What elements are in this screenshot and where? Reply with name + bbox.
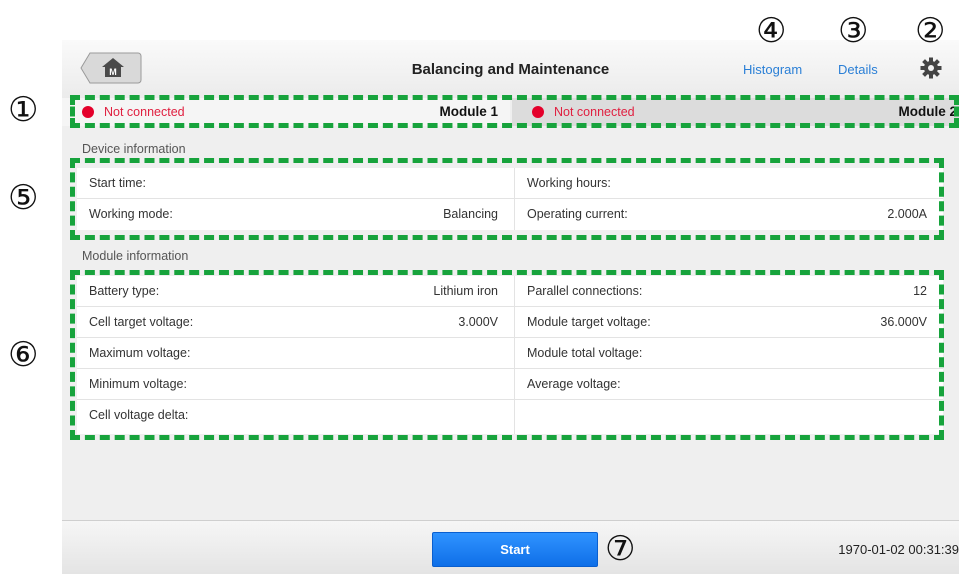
bottom-bar: Start 1970-01-02 00:31:39 xyxy=(62,520,959,574)
callout-frame-module-tabs xyxy=(70,95,959,128)
device-info-heading: Device information xyxy=(82,142,186,156)
histogram-link[interactable]: Histogram xyxy=(743,62,802,77)
callout-4: ④ xyxy=(756,11,787,51)
callout-frame-module-info xyxy=(70,270,944,440)
callout-frame-device-info xyxy=(70,158,944,240)
timestamp: 1970-01-02 00:31:39 xyxy=(838,542,959,557)
callout-6: ⑥ xyxy=(8,335,39,375)
callout-7: ⑦ xyxy=(605,529,636,569)
settings-button[interactable] xyxy=(920,57,942,79)
top-bar: M Balancing and Maintenance Histogram De… xyxy=(62,40,959,99)
callout-1: ① xyxy=(8,90,39,130)
callout-5: ⑤ xyxy=(8,178,39,218)
page-title: Balancing and Maintenance xyxy=(411,61,610,78)
start-button[interactable]: Start xyxy=(432,532,598,567)
callout-3: ③ xyxy=(838,11,869,51)
gear-icon xyxy=(920,57,942,79)
details-link[interactable]: Details xyxy=(838,62,878,77)
callout-2: ② xyxy=(915,11,946,51)
module-info-heading: Module information xyxy=(82,249,189,263)
